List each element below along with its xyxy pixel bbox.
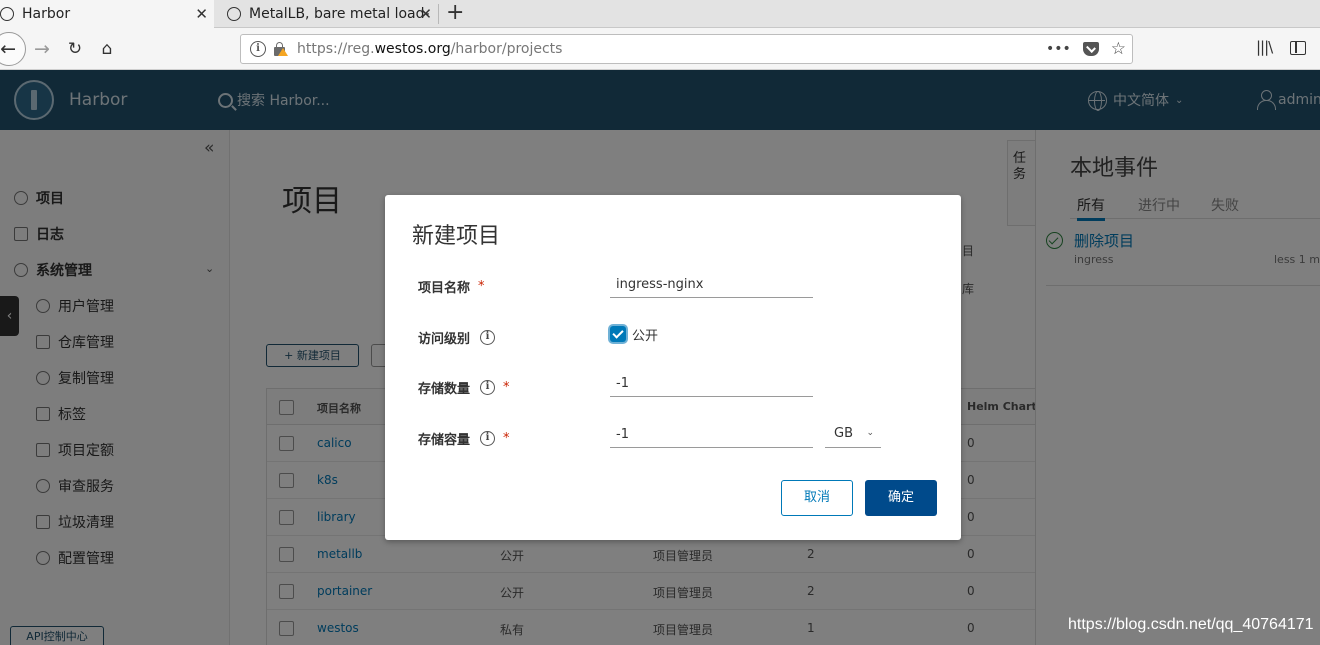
- public-checkbox-label[interactable]: 公开: [632, 325, 658, 344]
- required-mark: *: [503, 380, 510, 395]
- forward-button[interactable]: →: [30, 37, 54, 61]
- storage-capacity-label: 存储容量 i *: [418, 429, 510, 448]
- browser-tab-metallb[interactable]: MetalLB, bare metal load- ✕: [218, 0, 438, 28]
- info-icon[interactable]: i: [480, 380, 496, 395]
- harbor-favicon-icon: [0, 7, 14, 21]
- required-mark: *: [478, 279, 485, 294]
- public-checkbox[interactable]: [610, 326, 626, 342]
- insecure-lock-icon[interactable]: [272, 41, 288, 57]
- tab-divider: [438, 4, 439, 24]
- confirm-button[interactable]: 确定: [865, 480, 937, 516]
- library-icon[interactable]: |||\: [1256, 38, 1273, 56]
- page-actions-icon[interactable]: •••: [1046, 41, 1071, 57]
- unit-value: GB: [834, 426, 853, 441]
- url-domain: westos.org: [374, 41, 451, 57]
- cancel-button[interactable]: 取消: [781, 480, 853, 516]
- bookmark-star-icon[interactable]: ☆: [1111, 39, 1126, 59]
- storage-count-input[interactable]: [610, 371, 813, 397]
- url-text[interactable]: https://reg.westos.org/harbor/projects: [297, 41, 562, 57]
- new-project-dialog: 新建项目 项目名称 * 访问级别 i 公开 存储数量 i * 存储容量 i * …: [385, 195, 961, 540]
- project-name-input[interactable]: [610, 272, 813, 298]
- browser-toolbar: ← → ↻ ⌂ i https://reg.westos.org/harbor/…: [0, 28, 1320, 70]
- field-label: 访问级别: [418, 332, 471, 347]
- browser-tab-harbor[interactable]: Harbor ✕: [0, 0, 214, 28]
- back-button[interactable]: ←: [0, 32, 26, 66]
- field-label: 存储数量: [418, 382, 471, 397]
- new-tab-button[interactable]: +: [446, 1, 464, 25]
- watermark-text: https://blog.csdn.net/qq_40764171: [1068, 616, 1314, 633]
- project-name-label: 项目名称 *: [418, 277, 485, 296]
- site-info-icon[interactable]: i: [250, 41, 266, 57]
- tab-title: MetalLB, bare metal load-: [249, 6, 430, 22]
- field-label: 项目名称: [418, 281, 471, 296]
- close-tab-icon[interactable]: ✕: [419, 5, 432, 23]
- required-mark: *: [503, 431, 510, 446]
- url-path: /harbor/projects: [450, 41, 563, 57]
- home-button[interactable]: ⌂: [95, 37, 119, 61]
- url-prefix: https://reg.: [297, 41, 375, 57]
- dialog-title: 新建项目: [412, 224, 501, 249]
- access-level-label: 访问级别 i: [418, 328, 496, 347]
- metallb-favicon-icon: [227, 7, 241, 21]
- info-icon[interactable]: i: [480, 330, 496, 345]
- storage-capacity-input[interactable]: [610, 422, 813, 448]
- capacity-unit-select[interactable]: GB ⌄: [825, 422, 881, 448]
- browser-tab-bar: Harbor ✕ MetalLB, bare metal load- ✕ +: [0, 0, 1320, 28]
- url-bar[interactable]: i https://reg.westos.org/harbor/projects…: [240, 34, 1133, 64]
- field-label: 存储容量: [418, 433, 471, 448]
- pocket-icon[interactable]: [1082, 42, 1099, 56]
- sidebar-toggle-icon[interactable]: [1290, 41, 1306, 55]
- tab-title: Harbor: [22, 6, 71, 22]
- chevron-down-icon: ⌄: [866, 428, 874, 438]
- info-icon[interactable]: i: [480, 431, 496, 446]
- storage-count-label: 存储数量 i *: [418, 378, 510, 397]
- close-tab-icon[interactable]: ✕: [195, 5, 208, 23]
- reload-button[interactable]: ↻: [63, 37, 87, 61]
